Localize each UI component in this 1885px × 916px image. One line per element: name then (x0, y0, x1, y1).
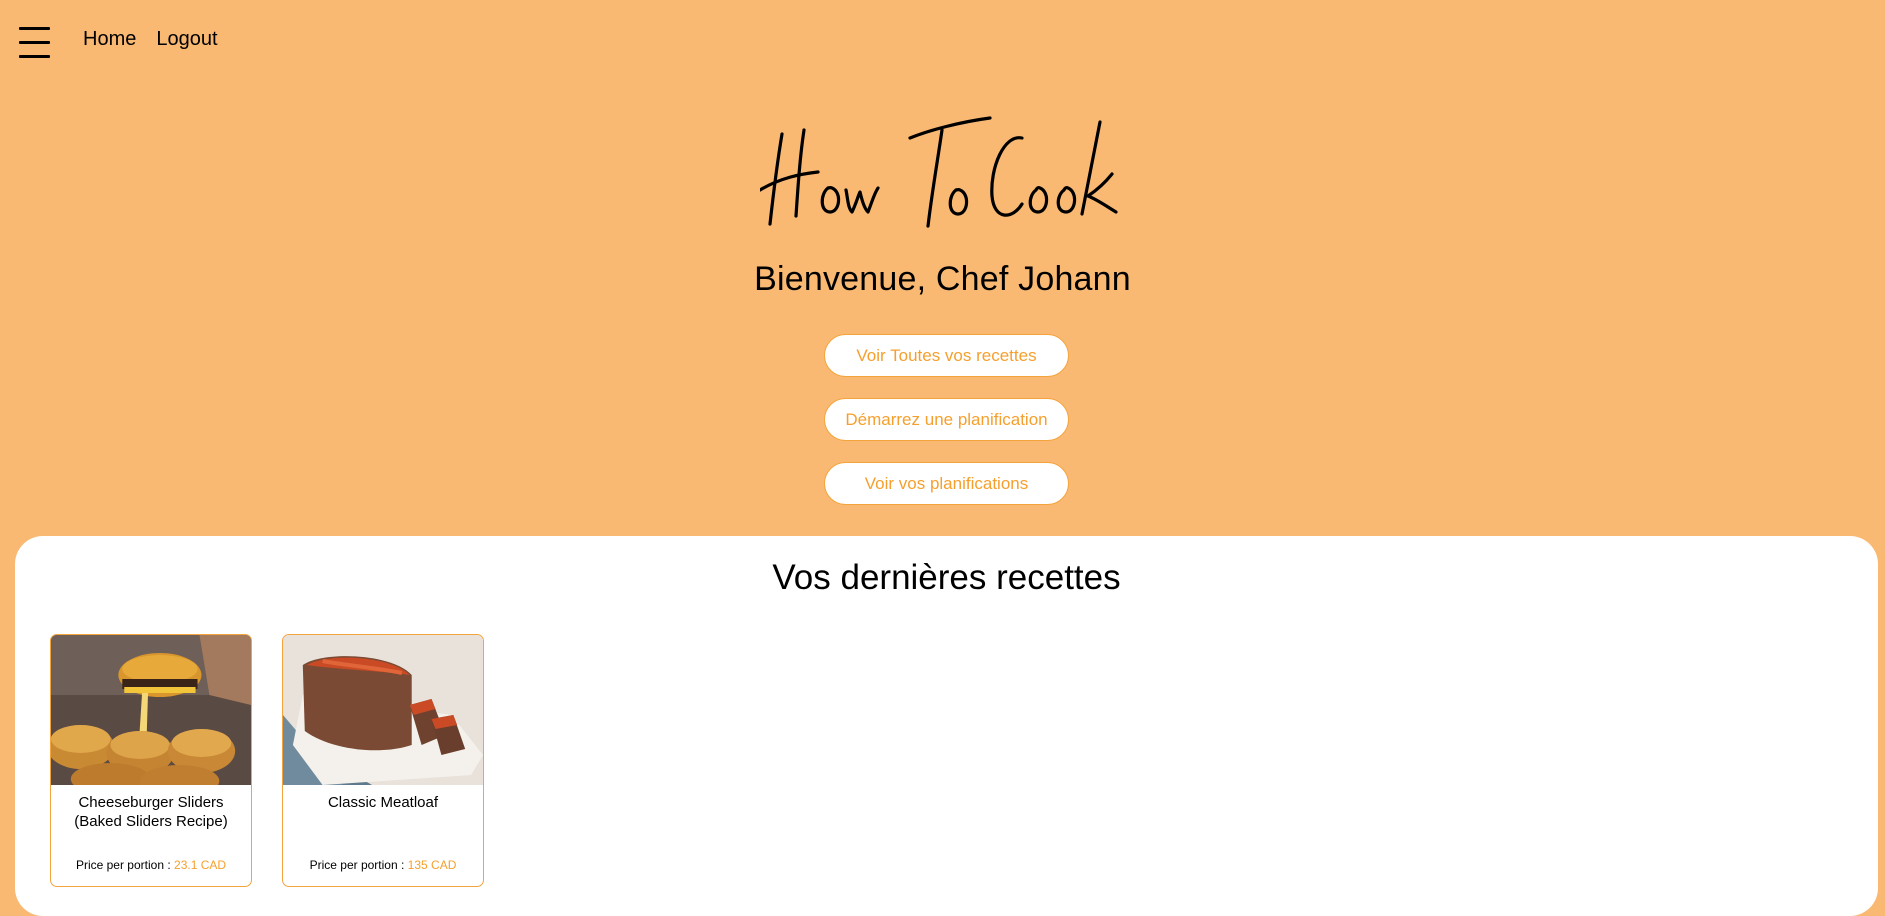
how-to-cook-logo (760, 116, 1118, 228)
price-value: 135 CAD (407, 858, 457, 872)
recent-recipes-panel: Vos dernières recettes Cheeseburger Slid… (15, 536, 1878, 916)
recipe-card-title: Classic Meatloaf (327, 794, 439, 811)
hamburger-menu-icon[interactable] (19, 27, 50, 58)
nav-links: Home Logout (83, 28, 218, 51)
start-planning-button[interactable]: Démarrez une planification (824, 398, 1069, 441)
price-label: Price per portion : (309, 858, 405, 872)
nav-logout-link[interactable]: Logout (156, 28, 217, 51)
recipe-card-title: Cheeseburger Sliders (Baked Sliders Reci… (74, 794, 228, 830)
welcome-heading: Bienvenue, Chef Johann (754, 260, 1131, 298)
view-all-recipes-button[interactable]: Voir Toutes vos recettes (824, 334, 1069, 377)
view-plannings-button[interactable]: Voir vos planifications (824, 462, 1069, 505)
price-value: 23.1 CAD (174, 858, 227, 872)
meatloaf-photo (283, 635, 483, 785)
cheeseburger-sliders-photo (51, 635, 251, 785)
recipe-card-price: Price per portion : 135 CAD (283, 858, 483, 872)
navbar: Home Logout (0, 0, 1885, 82)
recent-recipes-title: Vos dernières recettes (772, 558, 1121, 597)
recipe-card-price: Price per portion : 23.1 CAD (51, 858, 251, 872)
recipe-card[interactable]: Cheeseburger Sliders (Baked Sliders Reci… (50, 634, 252, 887)
price-label: Price per portion : (75, 858, 171, 872)
nav-home-link[interactable]: Home (83, 28, 136, 51)
recipe-card[interactable]: Classic Meatloaf Price per portion : 135… (282, 634, 484, 887)
